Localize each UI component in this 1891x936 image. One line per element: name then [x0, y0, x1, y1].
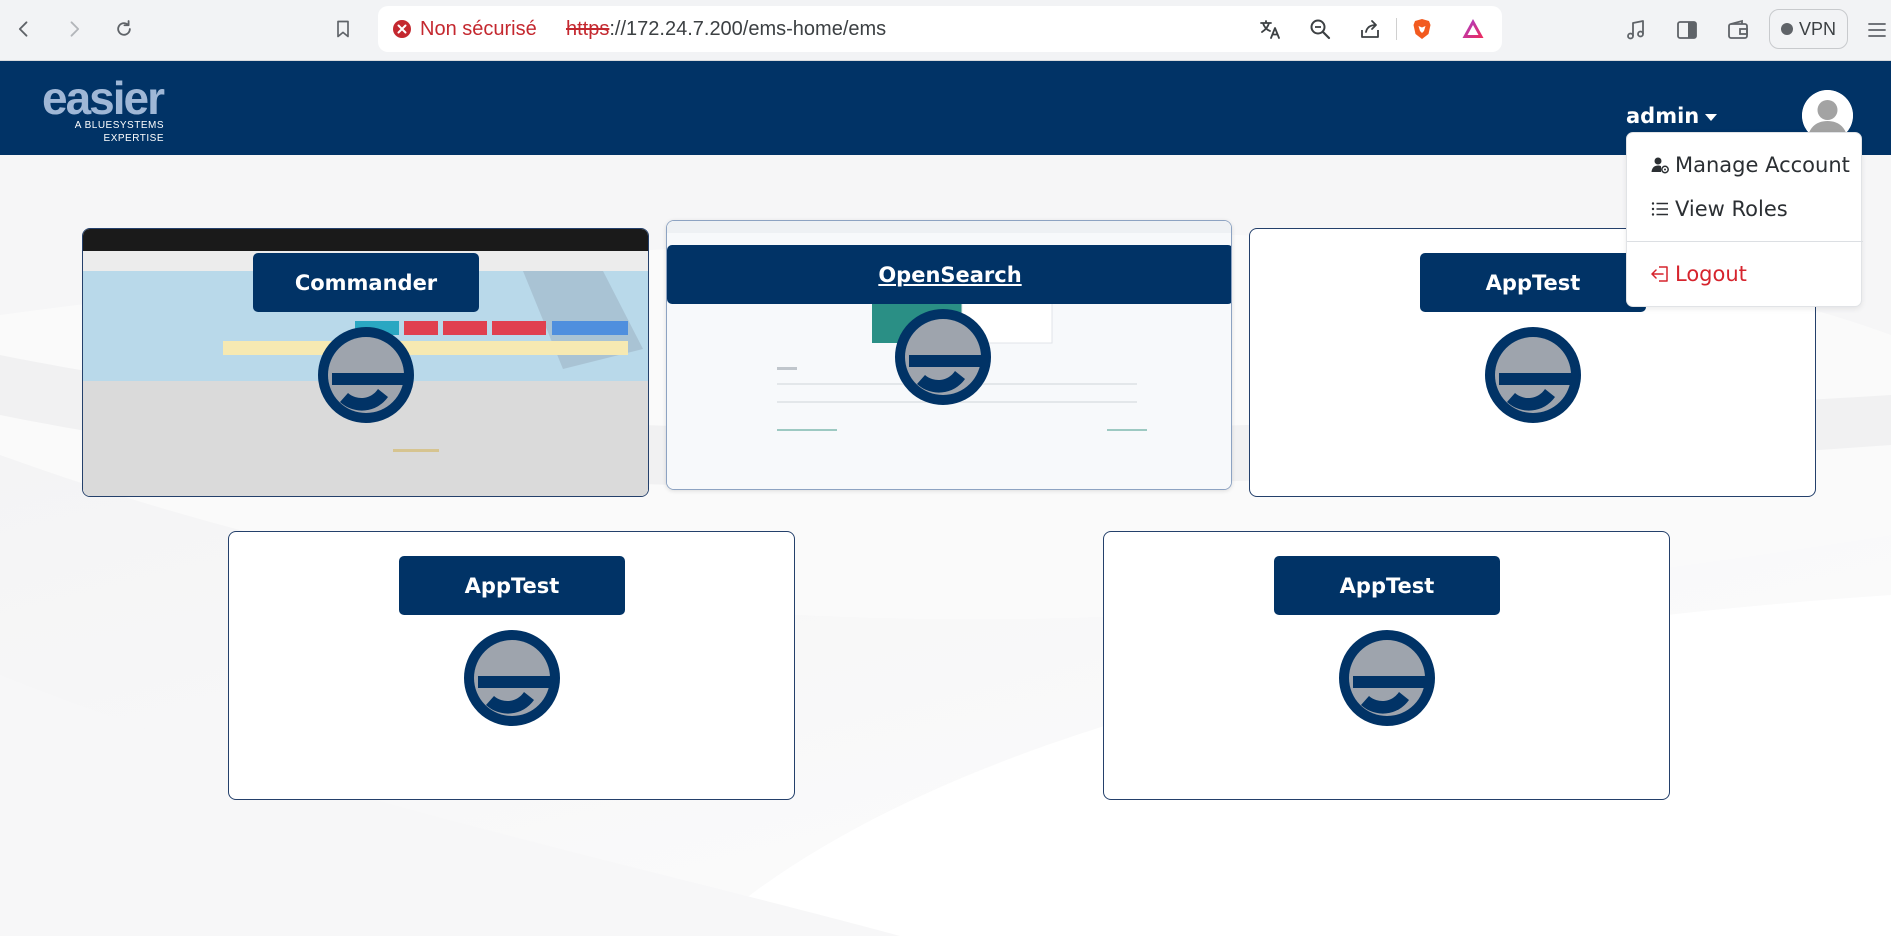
brave-shields-icon[interactable]: [1409, 17, 1435, 41]
brave-rewards-icon[interactable]: [1460, 17, 1486, 41]
vpn-button[interactable]: VPN: [1769, 9, 1848, 49]
toolbar-divider: [1396, 18, 1397, 40]
app-title[interactable]: Commander: [253, 253, 479, 312]
logo-tagline-line1: A BLUESYSTEMS: [74, 120, 164, 131]
app-title-link[interactable]: OpenSearch: [667, 245, 1231, 304]
logo-tagline: A BLUESYSTEMS EXPERTISE: [75, 119, 164, 145]
not-secure-icon: [392, 19, 412, 39]
user-menu-toggle[interactable]: admin: [1626, 100, 1718, 132]
easier-e-icon: [895, 309, 991, 405]
menu-icon[interactable]: [1864, 17, 1890, 43]
app-title[interactable]: AppTest: [1274, 556, 1500, 615]
url-scheme: https: [566, 18, 610, 40]
bookmark-icon[interactable]: [331, 13, 355, 45]
list-icon: [1649, 198, 1671, 220]
vpn-status-icon: [1780, 23, 1793, 35]
caret-down-icon: [1705, 113, 1718, 121]
url-path: ://172.24.7.200/ems-home/ems: [609, 18, 887, 40]
menu-divider: [1627, 241, 1863, 242]
user-dropdown-menu: Manage Account View Roles Logout: [1626, 132, 1863, 307]
easier-e-icon: [318, 327, 414, 423]
security-label[interactable]: Non sécurisé: [420, 6, 537, 52]
menu-item-label: View Roles: [1675, 197, 1788, 221]
url-text[interactable]: https://172.24.7.200/ems-home/ems: [566, 6, 886, 52]
easier-e-icon: [464, 630, 560, 726]
app-header: [0, 61, 1891, 155]
easier-e-icon: [1485, 327, 1581, 423]
share-icon[interactable]: [1357, 17, 1383, 41]
logout-icon: [1649, 263, 1671, 285]
app-card-commander[interactable]: Commander: [82, 228, 649, 497]
app-title[interactable]: AppTest: [399, 556, 625, 615]
sidebar-icon[interactable]: [1674, 17, 1700, 43]
address-bar[interactable]: Non sécurisé https://172.24.7.200/ems-ho…: [378, 6, 1502, 52]
user-gear-icon: [1649, 154, 1671, 176]
wallet-icon[interactable]: [1725, 17, 1751, 43]
logo-wordmark: easier: [42, 72, 165, 124]
username: admin: [1626, 104, 1700, 128]
forward-icon[interactable]: [62, 13, 86, 45]
app-card-opensearch[interactable]: OpenSearch: [666, 220, 1232, 490]
logo-tagline-line2: EXPERTISE: [103, 133, 164, 144]
reload-icon[interactable]: [112, 13, 136, 45]
menu-item-view-roles[interactable]: View Roles: [1627, 189, 1863, 229]
back-icon[interactable]: [12, 13, 36, 45]
menu-item-manage-account[interactable]: Manage Account: [1627, 145, 1863, 185]
easier-logo[interactable]: easier A BLUESYSTEMS EXPERTISE: [42, 72, 172, 147]
app-card-apptest[interactable]: AppTest: [228, 531, 795, 800]
app-card-apptest[interactable]: AppTest: [1103, 531, 1670, 800]
app-title[interactable]: AppTest: [1420, 253, 1646, 312]
menu-item-label: Manage Account: [1675, 153, 1850, 177]
zoom-icon[interactable]: [1307, 17, 1333, 41]
browser-toolbar: Non sécurisé https://172.24.7.200/ems-ho…: [0, 0, 1891, 61]
vpn-label: VPN: [1798, 18, 1836, 39]
translate-icon[interactable]: [1257, 17, 1283, 41]
music-icon[interactable]: [1623, 17, 1649, 43]
menu-item-label: Logout: [1675, 262, 1747, 286]
menu-item-logout[interactable]: Logout: [1627, 254, 1863, 294]
easier-e-icon: [1339, 630, 1435, 726]
